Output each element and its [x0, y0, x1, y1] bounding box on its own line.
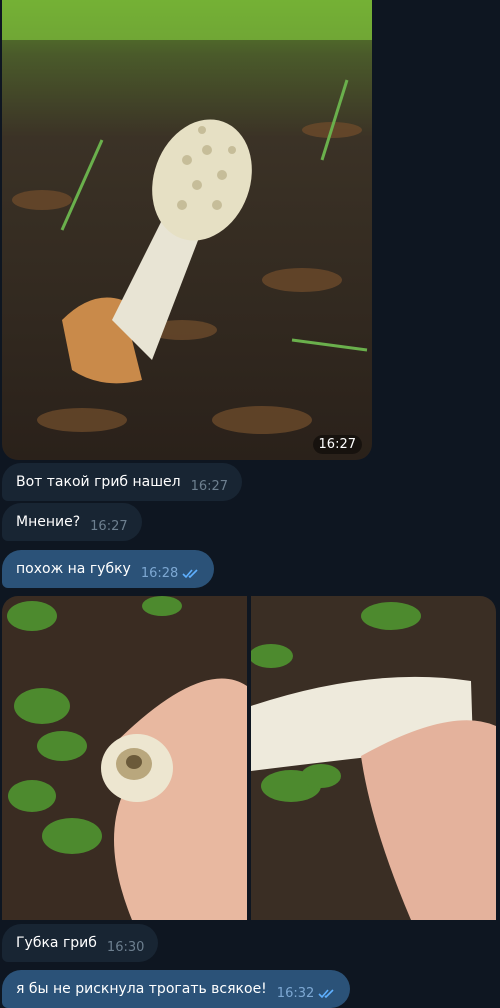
message-bubble-incoming[interactable]: Мнение? 16:27: [2, 503, 142, 541]
message-text: Губка гриб: [16, 935, 97, 951]
message-text: похож на губку: [16, 561, 131, 577]
album-photo-left[interactable]: [2, 596, 247, 920]
mushroom-cap-photo-image: [2, 596, 247, 920]
message-photo-mushroom[interactable]: 16:27: [2, 0, 372, 460]
message-text: Мнение?: [16, 514, 81, 530]
double-check-icon: [318, 989, 334, 999]
double-check-icon: [182, 569, 198, 579]
mushroom-photo-image: [2, 0, 372, 460]
album-photo-right[interactable]: [251, 596, 496, 920]
message-time: 16:27: [90, 518, 128, 534]
message-text: я бы не рискнула трогать всякое!: [16, 981, 267, 997]
photo-timestamp: 16:27: [312, 435, 362, 454]
mushroom-stem-photo-image: [251, 596, 496, 920]
message-time: 16:28: [140, 565, 179, 581]
message-time: 16:32: [276, 985, 315, 1001]
message-bubble-incoming[interactable]: Губка гриб 16:30: [2, 924, 159, 962]
message-time: 16:30: [106, 939, 145, 955]
message-bubble-outgoing[interactable]: я бы не рискнула трогать всякое! 16:32: [2, 970, 351, 1008]
message-text: Вот такой гриб нашел: [16, 474, 181, 490]
message-bubble-incoming[interactable]: Вот такой гриб нашел 16:27: [2, 463, 243, 501]
message-time: 16:27: [190, 478, 229, 494]
message-bubble-outgoing[interactable]: похож на губку 16:28: [2, 550, 215, 588]
